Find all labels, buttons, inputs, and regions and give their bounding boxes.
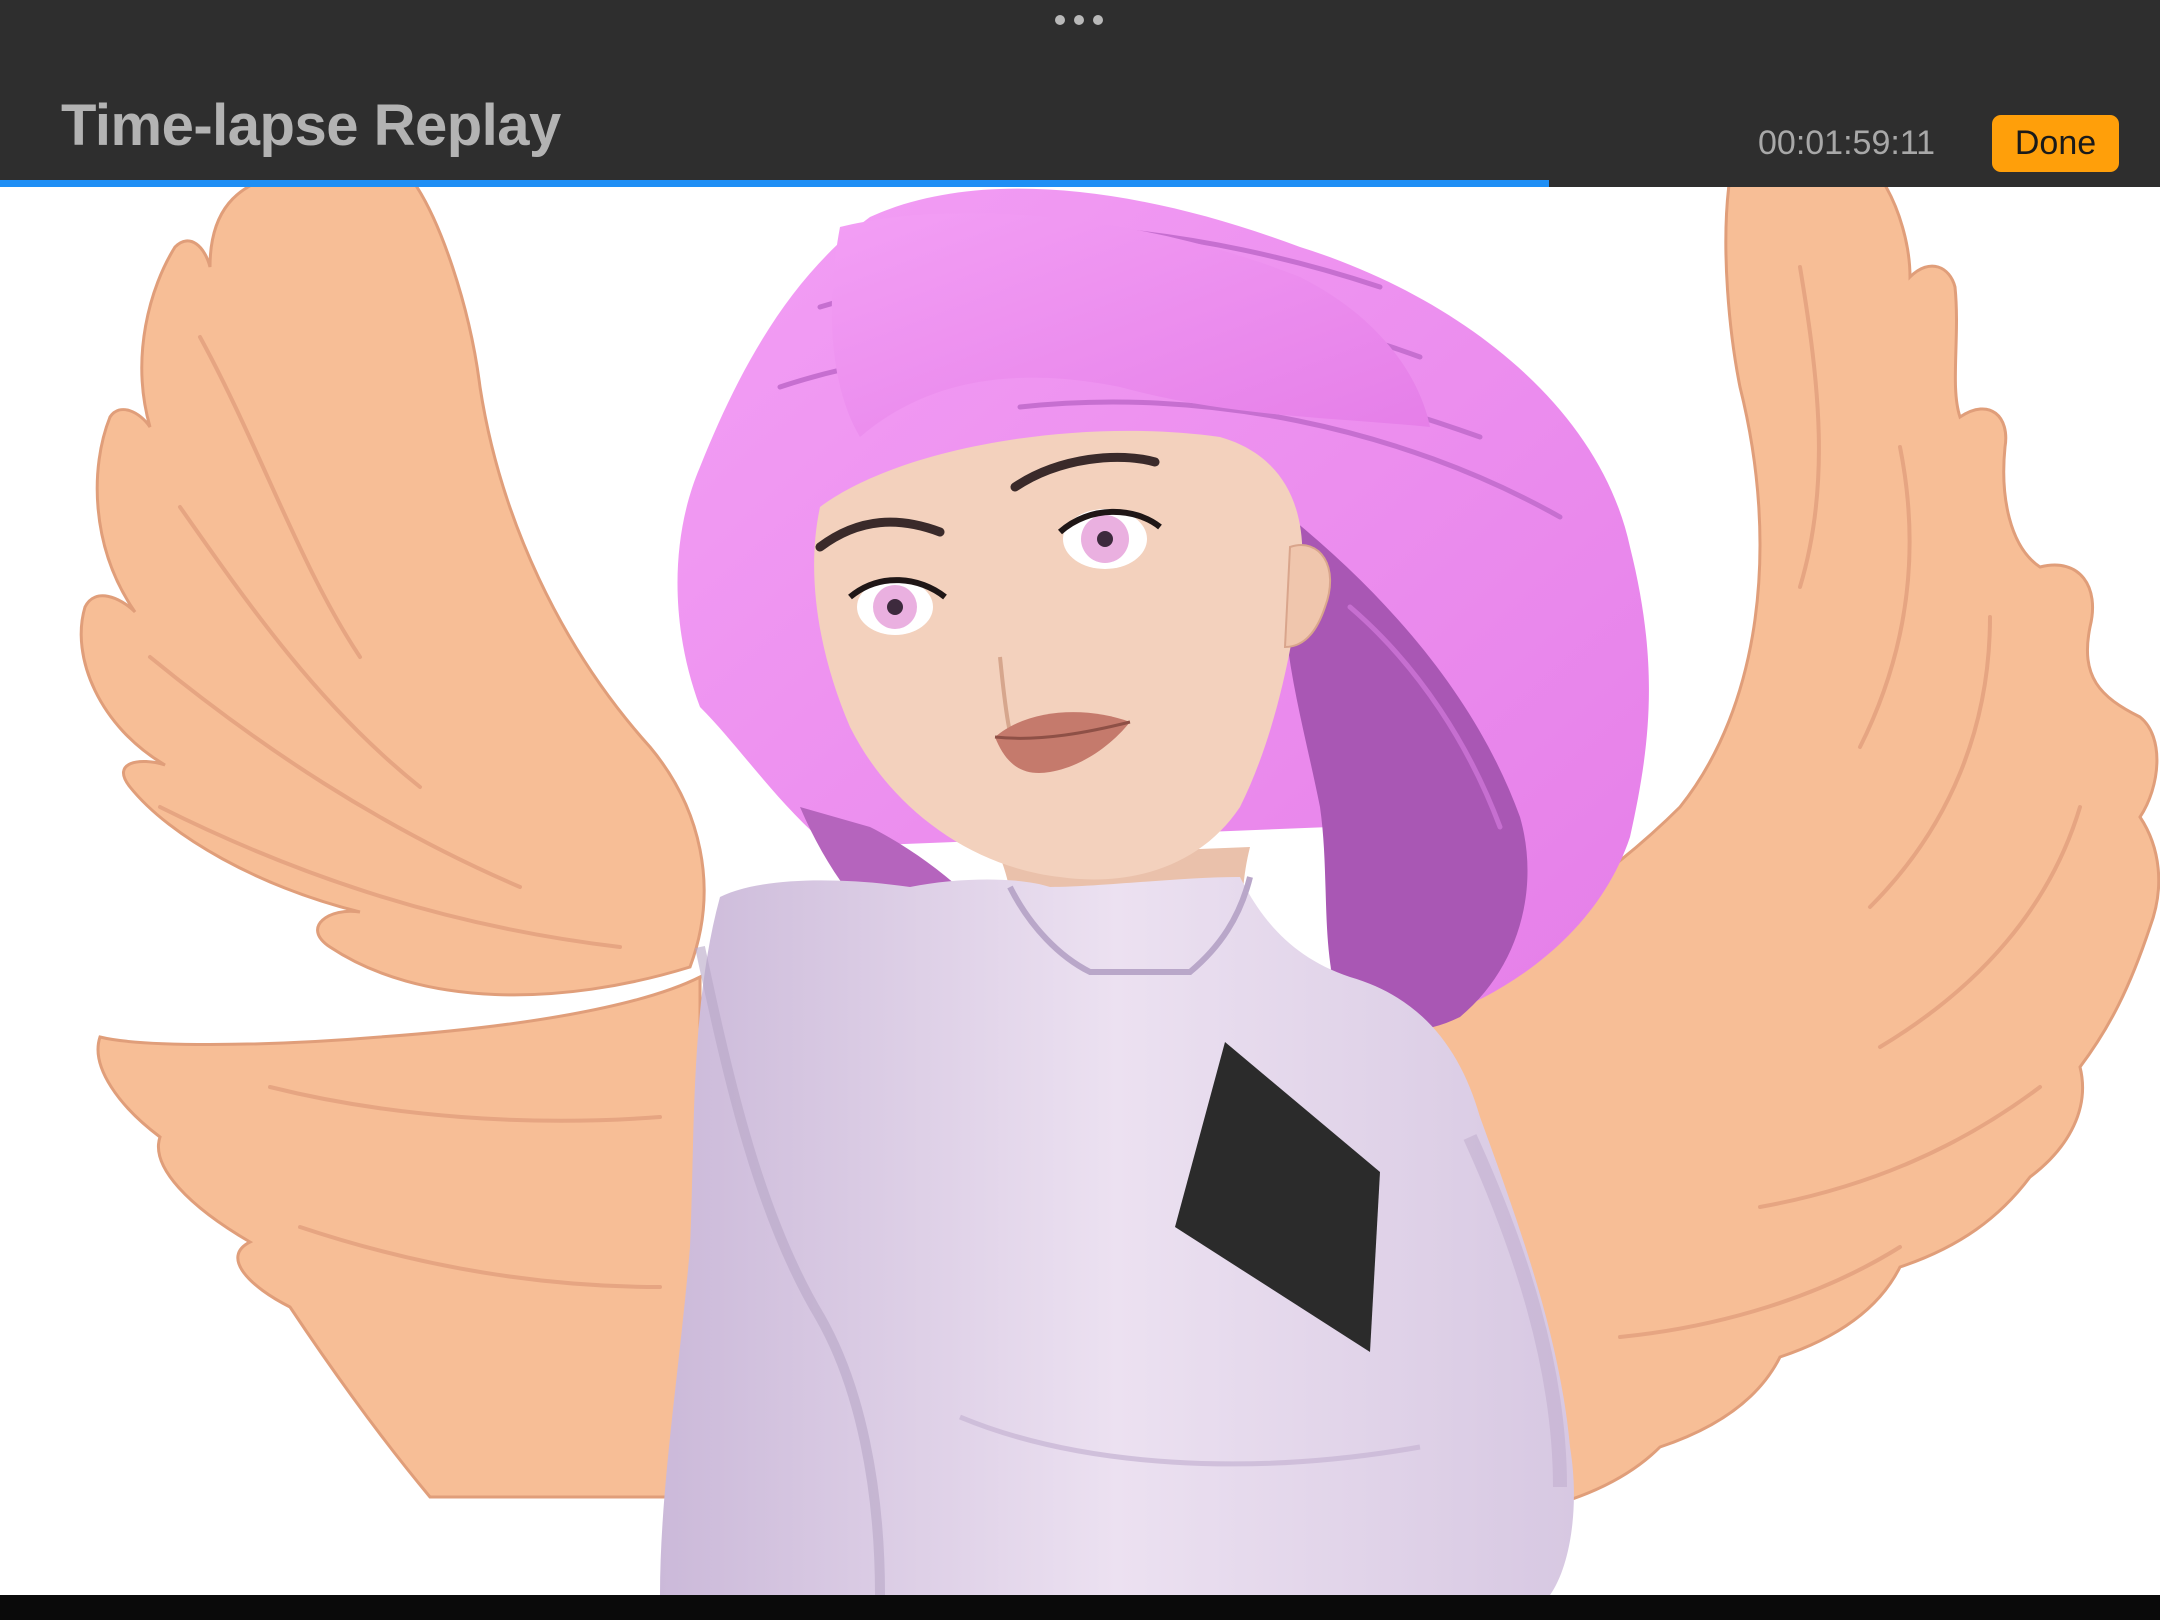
dot <box>1055 15 1065 25</box>
timecode-readout: 00:01:59:11 <box>1758 124 1936 162</box>
left-wing <box>79 187 706 1499</box>
more-dots-icon[interactable] <box>1055 12 1103 28</box>
page-title: Time-lapse Replay <box>61 93 561 158</box>
done-button[interactable]: Done <box>1992 115 2119 172</box>
playback-progress-fill <box>0 180 1549 187</box>
bottom-bar <box>0 1595 2160 1620</box>
drawing-canvas[interactable] <box>0 187 2160 1595</box>
dot <box>1074 15 1084 25</box>
artwork <box>79 187 2160 1595</box>
playback-progress-bar[interactable] <box>0 180 2160 187</box>
top-bar: Time-lapse Replay 00:01:59:11 Done <box>0 0 2160 180</box>
dot <box>1093 15 1103 25</box>
